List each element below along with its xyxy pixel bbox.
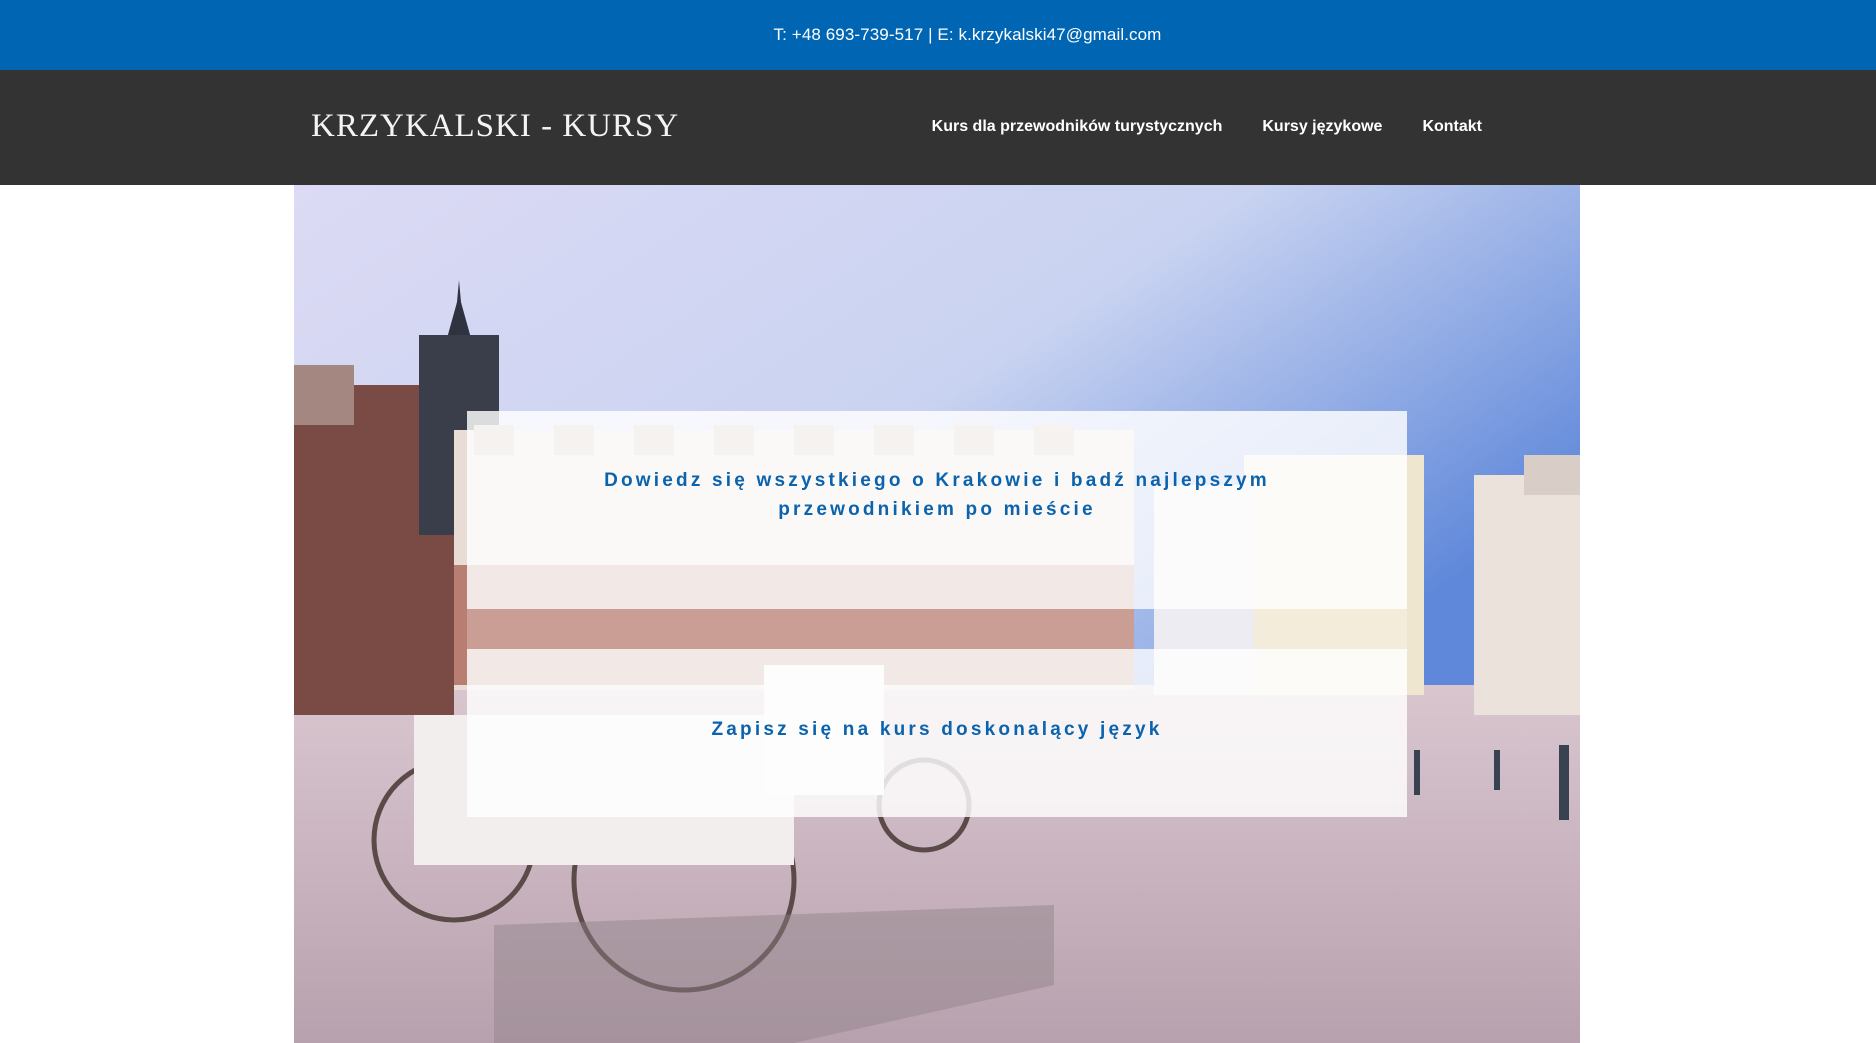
site-title-link[interactable]: KRZYKALSKI - KURSY xyxy=(311,106,679,146)
site-header: KRZYKALSKI - KURSY Kurs dla przewodników… xyxy=(0,70,1876,185)
top-contact-bar: T: +48 693-739-517 | E: k.krzykalski47@g… xyxy=(0,0,1876,70)
nav-item-language-courses[interactable]: Kursy językowe xyxy=(1262,115,1382,139)
language-course-link[interactable]: Zapisz się na kurs doskonalący język xyxy=(711,715,1162,744)
nav-item-guide-course[interactable]: Kurs dla przewodników turystycznych xyxy=(932,115,1223,139)
hero-headline: Dowiedz się wszystkiego o Krakowie i bad… xyxy=(604,470,1270,520)
hero-panel-top: Dowiedz się wszystkiego o Krakowie i bad… xyxy=(467,411,1407,609)
contact-info: T: +48 693-739-517 | E: k.krzykalski47@g… xyxy=(773,25,1162,44)
nav-item-contact[interactable]: Kontakt xyxy=(1422,115,1482,139)
panel-divider xyxy=(467,609,1407,649)
hero-panel-bottom: Zapisz się na kurs doskonalący język xyxy=(467,649,1407,817)
main-nav: Kurs dla przewodników turystycznych Kurs… xyxy=(932,115,1482,139)
